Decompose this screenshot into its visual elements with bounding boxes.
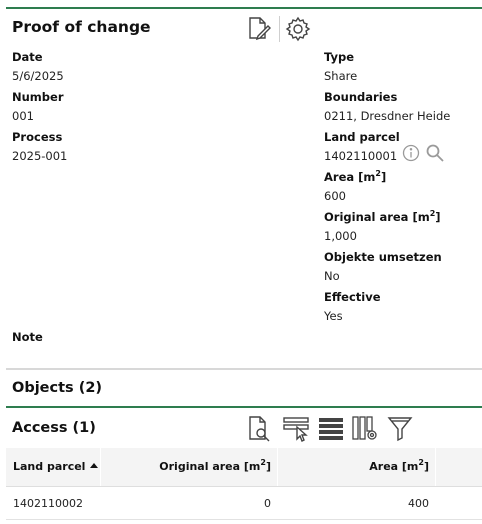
date-label: Date — [12, 50, 43, 64]
area-label: Area [m2] — [324, 169, 387, 185]
column-header-original-area[interactable]: Original area [m2] — [159, 459, 271, 474]
objects-title: Objects (2) — [12, 380, 103, 396]
boundaries-label: Boundaries — [324, 90, 398, 104]
table-row[interactable]: 1402110002 0 400 — [6, 487, 482, 520]
land-parcel-label: Land parcel — [324, 130, 400, 144]
cell-land-parcel: 1402110002 — [13, 497, 83, 510]
column-header-land-parcel[interactable]: Land parcel — [13, 460, 85, 473]
effective-label: Effective — [324, 290, 381, 304]
original-area-value: 1,000 — [324, 229, 357, 243]
objekte-umsetzen-label: Objekte umsetzen — [324, 250, 442, 264]
list-view-icon[interactable] — [317, 414, 345, 442]
column-separator — [100, 448, 101, 486]
original-area-label: Original area [m2] — [324, 209, 441, 225]
search-icon[interactable] — [425, 143, 445, 163]
cell-original-area: 0 — [264, 497, 271, 510]
objekte-umsetzen-value: No — [324, 269, 340, 283]
edit-document-icon[interactable] — [246, 16, 272, 42]
column-separator — [435, 448, 436, 486]
land-parcel-value: 1402110001 — [324, 149, 398, 163]
process-value: 2025-001 — [12, 149, 68, 163]
access-title: Access (1) — [12, 420, 96, 436]
access-accent-line — [6, 406, 482, 408]
column-settings-icon[interactable] — [351, 414, 379, 442]
process-label: Process — [12, 130, 63, 144]
document-search-icon[interactable] — [245, 414, 273, 442]
sort-ascending-icon[interactable] — [89, 454, 99, 473]
boundaries-value: 0211, Dresdner Heide — [324, 109, 451, 123]
header-accent-line — [6, 7, 482, 9]
effective-value: Yes — [324, 309, 343, 323]
number-value: 001 — [12, 109, 34, 123]
filter-icon[interactable] — [386, 414, 414, 442]
area-value: 600 — [324, 189, 346, 203]
page-title: Proof of change — [12, 18, 151, 36]
date-value: 5/6/2025 — [12, 69, 64, 83]
number-label: Number — [12, 90, 64, 104]
column-separator — [277, 448, 278, 486]
select-rows-icon[interactable] — [282, 414, 310, 442]
cell-area: 400 — [408, 497, 429, 510]
section-divider — [6, 368, 482, 370]
info-icon[interactable] — [402, 144, 420, 162]
type-label: Type — [324, 50, 355, 64]
settings-gear-icon[interactable] — [285, 16, 311, 42]
column-header-area[interactable]: Area [m2] — [369, 459, 429, 474]
note-label: Note — [12, 330, 43, 344]
type-value: Share — [324, 69, 358, 83]
table-header: Land parcel Original area [m2] Area [m2] — [6, 448, 482, 487]
header-separator — [279, 16, 280, 42]
